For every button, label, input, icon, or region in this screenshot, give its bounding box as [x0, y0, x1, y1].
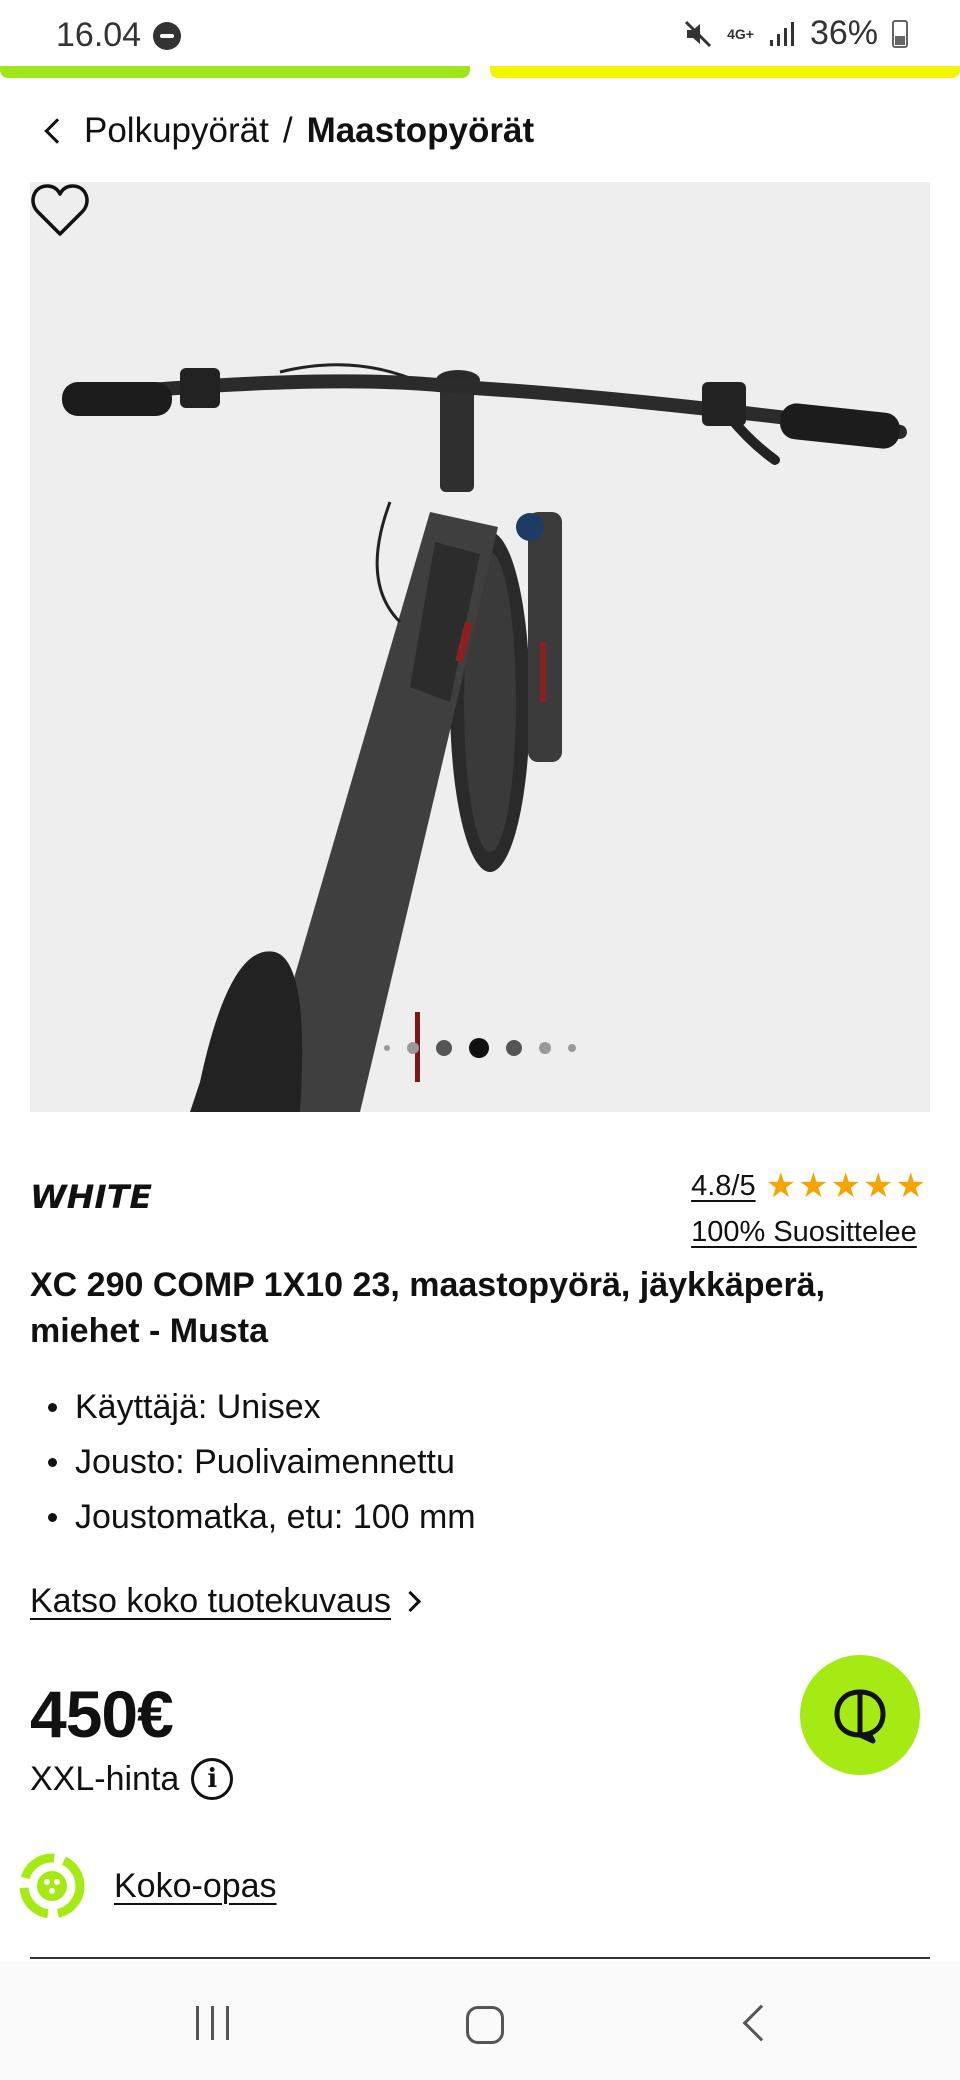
price: 450€: [30, 1677, 174, 1751]
heart-icon[interactable]: [30, 182, 90, 238]
full-description-link[interactable]: Katso koko tuotekuvaus: [30, 1582, 422, 1621]
size-guide-label[interactable]: Koko-opas: [114, 1867, 277, 1906]
info-icon[interactable]: i: [191, 1758, 234, 1800]
gallery-dot[interactable]: [568, 1044, 576, 1052]
home-icon[interactable]: [466, 2006, 504, 2044]
product-image-gallery[interactable]: [30, 182, 930, 1112]
full-description-label[interactable]: Katso koko tuotekuvaus: [30, 1582, 391, 1621]
accent-strip-green: [0, 66, 470, 78]
status-indicators: 4G+ 36%: [683, 14, 908, 53]
brand-logo[interactable]: WHITE: [30, 1178, 155, 1214]
breadcrumb-separator: /: [282, 111, 293, 150]
recommend-percent[interactable]: 100% Suosittelee: [691, 1216, 928, 1249]
divider: [30, 1957, 930, 1959]
status-bar: 16.04 4G+ 36%: [0, 0, 960, 72]
battery-icon: [892, 19, 908, 48]
accent-strip-yellow: [490, 66, 960, 78]
chevron-right-icon: [399, 1590, 422, 1613]
gallery-dot[interactable]: [539, 1042, 551, 1054]
chevron-left-icon[interactable]: [44, 118, 70, 144]
size-guide-link[interactable]: Koko-opas: [16, 1850, 277, 1922]
product-title: XC 290 COMP 1X10 23, maastopyörä, jäykkä…: [30, 1266, 826, 1350]
clock: 16.04: [56, 16, 142, 54]
price-label-text: XXL-hinta: [30, 1759, 180, 1798]
breadcrumb-current[interactable]: Maastopyörät: [307, 111, 535, 151]
gallery-pagination[interactable]: [30, 1038, 930, 1058]
gallery-dot[interactable]: [506, 1040, 522, 1056]
breadcrumb: Polkupyörät / Maastopyörät: [40, 108, 534, 154]
size-guide-icon: [19, 1853, 85, 1919]
battery-percent: 36%: [809, 14, 878, 52]
system-nav-bar: [0, 1962, 960, 2080]
back-icon[interactable]: [742, 2004, 780, 2042]
gallery-dot-active[interactable]: [469, 1038, 489, 1058]
network-type: 4G+: [727, 25, 754, 42]
svg-text:WHITE: WHITE: [30, 1178, 152, 1214]
feature-list: Käyttäjä: Unisex Jousto: Puolivaimennett…: [48, 1380, 476, 1545]
breadcrumb-parent[interactable]: Polkupyörät: [84, 111, 269, 151]
recent-apps-icon[interactable]: [196, 2006, 229, 2040]
rating-block[interactable]: 4.8/5 ★★★★★ 100% Suosittelee: [691, 1166, 928, 1249]
gallery-dot[interactable]: [384, 1045, 390, 1051]
feature-item: Jousto: Puolivaimennettu: [48, 1435, 476, 1490]
signal-icon: [769, 21, 794, 46]
gallery-dot[interactable]: [436, 1040, 452, 1056]
gallery-dot[interactable]: [407, 1042, 419, 1054]
rating-score[interactable]: 4.8/5: [691, 1170, 756, 1203]
price-label: XXL-hinta i: [30, 1758, 234, 1800]
feature-item: Käyttäjä: Unisex: [48, 1380, 476, 1435]
feature-item: Joustomatka, etu: 100 mm: [48, 1490, 476, 1545]
product-image: [62, 363, 907, 1112]
status-time: 16.04: [56, 16, 182, 55]
mute-icon: [685, 20, 712, 47]
chat-button[interactable]: [800, 1655, 920, 1775]
chat-bubble-icon: [834, 1689, 886, 1744]
do-not-disturb-icon: [153, 21, 182, 50]
star-rating-icon: ★★★★★: [765, 1167, 928, 1205]
